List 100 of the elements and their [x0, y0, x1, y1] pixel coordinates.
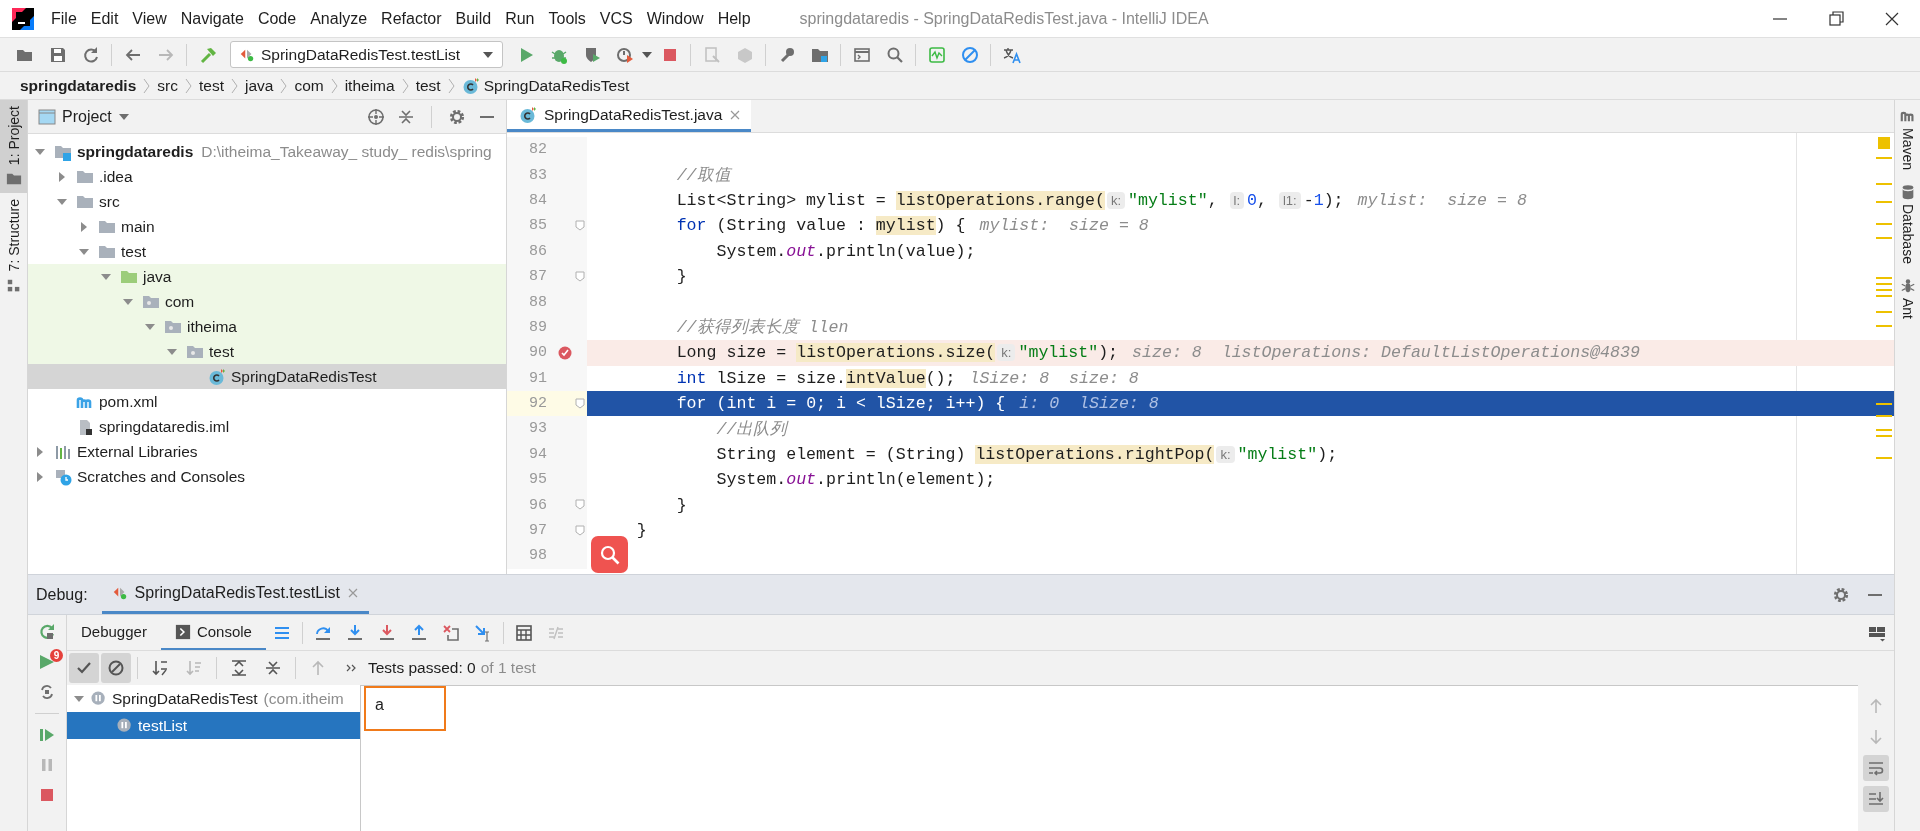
count-badge: 9 [50, 649, 63, 663]
tree-node[interactable]: src [76, 192, 120, 211]
profiler-icon[interactable] [615, 45, 634, 64]
save-icon[interactable] [48, 45, 67, 64]
line-number: 98 [528, 547, 547, 565]
breakpoint-icon[interactable] [557, 344, 573, 361]
settings-icon[interactable] [448, 107, 466, 126]
terminal-window-icon[interactable] [852, 45, 871, 64]
sort-duration-icon[interactable] [185, 659, 203, 678]
force-step-into-icon[interactable] [377, 623, 396, 642]
menu-item[interactable]: Help [710, 9, 758, 28]
menu-item[interactable]: Analyze [303, 9, 375, 28]
inline-value: mylist: size = 8 [979, 216, 1149, 236]
toggle-restart-icon[interactable] [38, 683, 56, 702]
fold-marker-icon[interactable] [575, 397, 585, 409]
run-to-cursor-icon[interactable] [473, 623, 492, 642]
no-entry-icon[interactable] [960, 45, 979, 64]
locate-icon[interactable] [367, 107, 385, 126]
collapse-all-icon[interactable] [397, 107, 415, 126]
drop-frame-icon[interactable] [441, 623, 460, 642]
menu-item[interactable]: Window [639, 9, 711, 28]
console-output: a [375, 696, 384, 715]
tool-window-tab[interactable]: 1: Project [0, 100, 27, 194]
breadcrumb[interactable]: com [294, 76, 324, 95]
menu-item[interactable]: VCS [592, 9, 640, 28]
menu-item[interactable]: Navigate [173, 9, 251, 28]
console-tool-button[interactable] [1863, 755, 1889, 782]
chevron-icon [279, 77, 289, 94]
translate-icon[interactable] [1002, 45, 1021, 64]
fold-marker-icon[interactable] [575, 219, 585, 231]
tree-node[interactable]: pom.xml [76, 392, 158, 411]
rerun-failed-button[interactable]: 9 [34, 649, 60, 676]
line-number: 82 [528, 141, 547, 159]
restore-icon[interactable] [1827, 9, 1845, 28]
activity-monitor-icon[interactable] [927, 45, 946, 64]
hammer-icon[interactable] [198, 45, 217, 64]
tree-node[interactable]: springdataredis.iml [76, 417, 230, 436]
dropdown-caret-icon[interactable] [641, 49, 653, 60]
step-out-icon[interactable] [409, 623, 428, 642]
fold-marker-icon[interactable] [575, 499, 585, 511]
tree-node[interactable]: springdataredis [54, 142, 194, 161]
breadcrumb[interactable]: java [244, 76, 274, 95]
sync-icon[interactable] [81, 45, 100, 64]
tree-node[interactable]: Scratches and Consoles [54, 467, 245, 486]
search-button[interactable] [591, 536, 628, 573]
breadcrumb[interactable]: SpringDataRedisTest [461, 76, 630, 95]
dropdown-caret-icon[interactable] [117, 111, 130, 122]
more-chevrons-icon[interactable] [346, 663, 356, 674]
test-node[interactable]: SpringDataRedisTest [91, 689, 258, 708]
scratches-icon [54, 467, 72, 486]
session-tab[interactable]: SpringDataRedisTest.testList [101, 575, 370, 615]
line-number: 86 [528, 242, 547, 260]
debug-tab[interactable]: Console [160, 615, 266, 651]
tool-window-tab[interactable]: Ant [1899, 277, 1916, 319]
console-tool-button[interactable] [1863, 786, 1889, 813]
breadcrumb[interactable]: test [198, 76, 224, 95]
menu-item[interactable]: View [125, 9, 174, 28]
test-node[interactable]: testList [117, 716, 188, 735]
breadcrumb[interactable]: itheima [344, 76, 395, 95]
editor-tab[interactable]: SpringDataRedisTest.java [507, 100, 752, 132]
search-icon [598, 543, 621, 566]
tree-node[interactable]: test [98, 242, 146, 261]
tree-node[interactable]: test [186, 342, 234, 361]
debug-tab[interactable]: Debugger [67, 615, 161, 651]
fold-marker-icon[interactable] [575, 524, 585, 536]
rerun-icon[interactable] [38, 623, 56, 642]
menu-item[interactable]: Build [448, 9, 499, 28]
breadcrumb[interactable]: src [157, 76, 178, 95]
line-number: 92 [528, 395, 547, 413]
tree-node[interactable]: main [98, 217, 155, 236]
expand-all-icon[interactable] [230, 659, 248, 678]
run-configuration-dropdown[interactable]: SpringDataRedisTest.testList [230, 41, 503, 68]
search-icon[interactable] [885, 45, 904, 64]
menu-item[interactable]: Code [250, 9, 304, 28]
fold-marker-icon[interactable] [575, 270, 585, 282]
project-path: D:\itheima_Takeaway_ study_ redis\spring [201, 142, 492, 161]
menu-item[interactable]: Tools [541, 9, 593, 28]
panel-title[interactable]: Project [62, 107, 112, 126]
tool-window-tab[interactable]: 7: Structure [0, 193, 27, 300]
step-into-icon[interactable] [345, 623, 364, 642]
breadcrumb[interactable]: test [415, 76, 441, 95]
breadcrumb[interactable]: springdataredis [20, 76, 137, 95]
menu-item[interactable]: Edit [83, 9, 126, 28]
calculator-icon[interactable] [514, 623, 533, 642]
code-line: List<String> mylist = listOperations.range( k: "mylist", l: 0, l1: -1); [675, 190, 1344, 210]
filter-toggle[interactable] [69, 653, 99, 684]
menu-item[interactable]: File [44, 9, 84, 28]
tool-window-tab[interactable]: Maven [1899, 108, 1916, 171]
tool-window-tab[interactable]: Database [1899, 184, 1916, 264]
panel-icon [38, 107, 56, 126]
tree-node[interactable]: itheima [164, 317, 237, 336]
filter-toggle[interactable] [101, 653, 131, 684]
menu-item[interactable]: Refactor [374, 9, 449, 28]
settings-icon[interactable] [1832, 585, 1850, 604]
sort-alphabetically-icon[interactable] [151, 659, 169, 678]
tree-node[interactable]: External Libraries [54, 442, 198, 461]
tree-node[interactable]: java [120, 267, 172, 286]
tree-node[interactable]: .idea [76, 167, 133, 186]
menu-item[interactable]: Run [498, 9, 542, 28]
tree-node[interactable]: com [142, 292, 195, 311]
